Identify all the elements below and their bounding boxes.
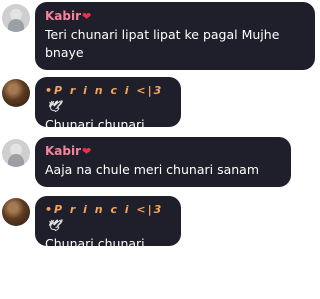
message-bubble[interactable]: •P r i n c i <|3🕊 Chunari chunari	[35, 196, 181, 251]
message-text: Chunari chunari	[45, 117, 145, 132]
message-bubble[interactable]: Kabir❤ Teri chunari lipat lipat ke pagal…	[35, 2, 315, 70]
avatar[interactable]	[2, 4, 30, 32]
message-bubble[interactable]: Kabir❤ Aaja na chule meri chunari sanam	[35, 137, 291, 187]
sender-name[interactable]: •P r i n c i <|3🕊	[45, 83, 171, 115]
sender-name[interactable]: Kabir❤	[45, 8, 305, 25]
sender-name[interactable]: •P r i n c i <|3🕊	[45, 202, 171, 234]
avatar[interactable]	[2, 198, 30, 226]
sender-name[interactable]: Kabir❤	[45, 143, 281, 160]
dove-icon: 🕊	[47, 219, 63, 232]
avatar[interactable]	[2, 139, 30, 167]
message-bubble[interactable]: •P r i n c i <|3🕊 Chunari chunari	[35, 77, 181, 132]
avatar[interactable]	[2, 79, 30, 107]
message-text: Teri chunari lipat lipat ke pagal Mujhe …	[45, 27, 280, 60]
heart-icon: ❤	[82, 10, 92, 23]
dove-icon: 🕊	[47, 100, 63, 113]
heart-icon: ❤	[82, 145, 92, 158]
message-text: Chunari chunari	[45, 236, 145, 251]
message-text: Aaja na chule meri chunari sanam	[45, 162, 259, 177]
